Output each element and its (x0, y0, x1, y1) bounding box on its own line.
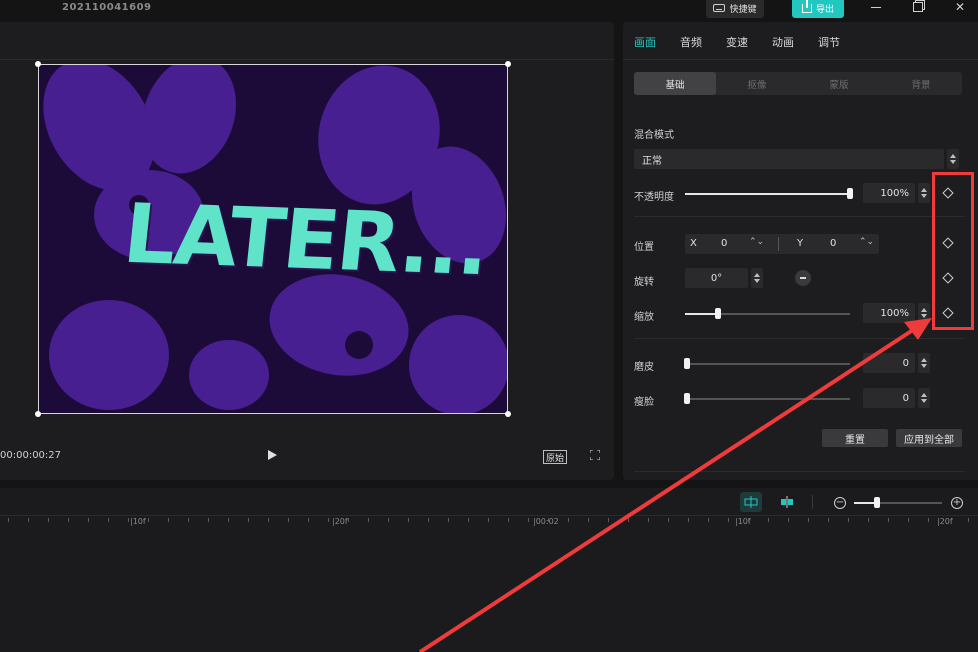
annotation-arrow (418, 318, 932, 652)
